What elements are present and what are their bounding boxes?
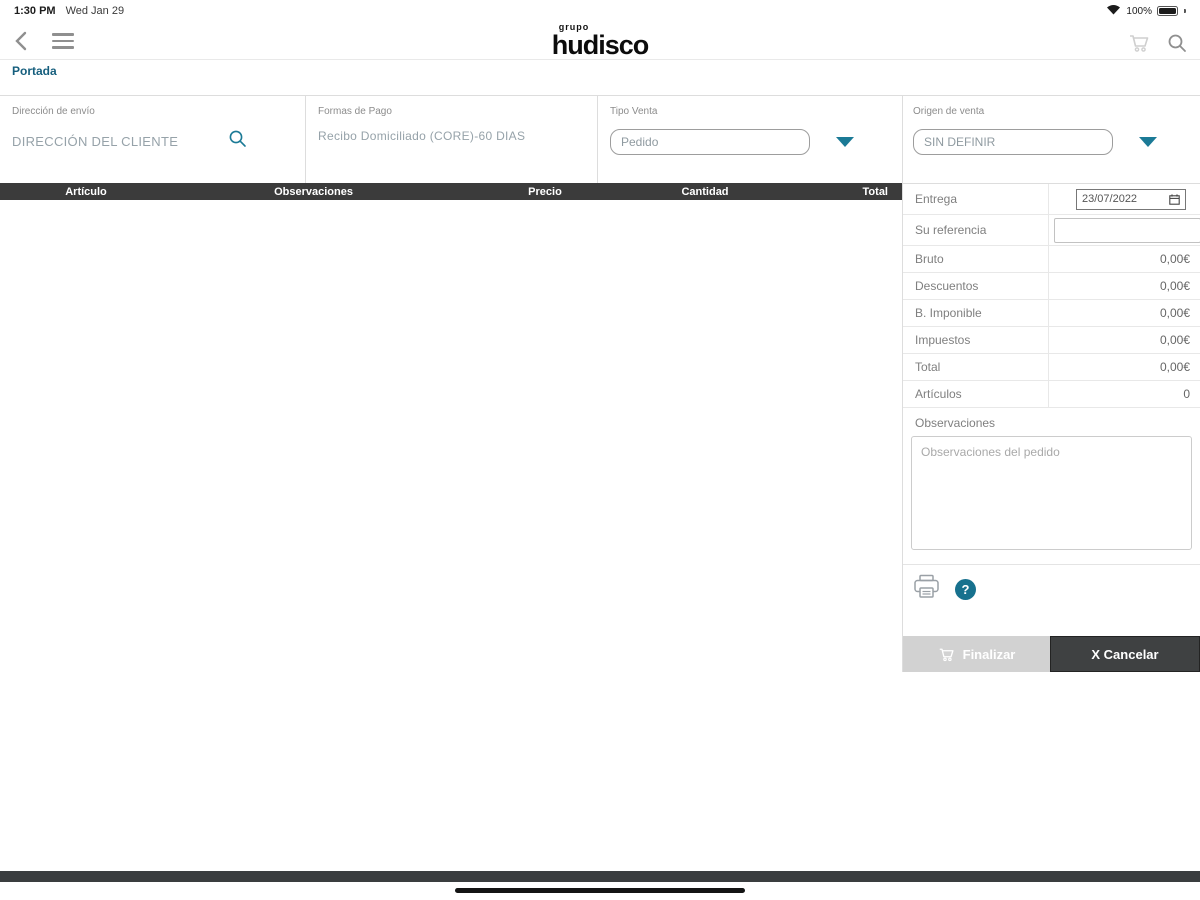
total-label: Total [903,354,1049,380]
battery-icon [1157,6,1178,16]
finalize-button-label: Finalizar [962,646,1016,662]
delivery-date-value: 23/07/2022 [1082,193,1138,205]
sale-type-field: Tipo Venta [597,96,902,183]
summary-row-referencia: Su referencia [903,215,1200,246]
bruto-value: 0,00€ [1159,252,1190,266]
sale-origin-input[interactable] [913,129,1113,155]
sale-type-input[interactable] [610,129,810,155]
app-header: grupo hudisco [0,22,1200,60]
column-header-cantidad: Cantidad [681,185,729,198]
summary-row-articulos: Artículos 0 [903,381,1200,408]
summary-row-entrega: Entrega 23/07/2022 [903,184,1200,215]
total-value: 0,00€ [1159,360,1190,374]
shipping-address-value[interactable]: DIRECCIÓN DEL CLIENTE [12,134,178,149]
impuestos-label: Impuestos [903,327,1049,353]
breadcrumb[interactable]: Portada [12,64,57,78]
app-logo: grupo hudisco [0,23,1200,59]
column-header-precio: Precio [528,185,562,198]
summary-row-descuentos: Descuentos 0,00€ [903,273,1200,300]
bottom-bar [0,871,1200,882]
order-main-area: Dirección de envío DIRECCIÓN DEL CLIENTE… [0,95,902,870]
finalize-button[interactable]: Finalizar [903,636,1050,672]
descuentos-value: 0,00€ [1159,279,1190,293]
print-button[interactable] [913,574,940,604]
cancel-button[interactable]: X Cancelar [1050,636,1200,672]
address-search-icon[interactable] [228,129,247,153]
status-time: 1:30 PM [14,5,56,17]
items-table-body-empty [0,200,902,870]
bruto-label: Bruto [903,246,1049,272]
articulos-value: 0 [1183,387,1190,401]
summary-row-bruto: Bruto 0,00€ [903,246,1200,273]
articulos-label: Artículos [903,381,1049,407]
column-header-total: Total [862,185,888,198]
referencia-label: Su referencia [903,215,1049,245]
summary-row-total: Total 0,00€ [903,354,1200,381]
order-fields-row: Dirección de envío DIRECCIÓN DEL CLIENTE… [0,95,902,183]
column-header-articulo: Artículo [65,185,107,198]
column-header-observaciones: Observaciones [274,185,353,198]
cart-button[interactable] [1124,28,1154,58]
logo-hudisco-text: hudisco [551,30,650,60]
payment-method-value[interactable]: Recibo Domiciliado (CORE)-60 DIAS [318,129,585,143]
sale-origin-dropdown-icon[interactable] [1139,137,1157,147]
payment-method-field: Formas de Pago Recibo Domiciliado (CORE)… [305,96,597,183]
search-icon [1168,34,1186,52]
sale-origin-field: Origen de venta [903,96,1200,184]
question-mark-icon: ? [961,581,970,597]
home-indicator[interactable] [455,888,745,893]
imponible-label: B. Imponible [903,300,1049,326]
search-button[interactable] [1162,28,1192,58]
wifi-icon [1106,4,1121,18]
observations-label: Observaciones [915,416,996,430]
status-date: Wed Jan 29 [65,5,125,17]
shipping-address-field: Dirección de envío DIRECCIÓN DEL CLIENTE [0,96,305,183]
items-table-header: Artículo Observaciones Precio Cantidad T… [0,183,902,200]
payment-method-label: Formas de Pago [318,106,392,117]
finalize-cart-icon [939,648,954,661]
help-button[interactable]: ? [955,578,976,600]
shipping-address-label: Dirección de envío [12,106,95,117]
reference-input[interactable] [1054,217,1200,243]
status-bar: 1:30 PM Wed Jan 29 100% [0,0,1200,22]
summary-row-imponible: B. Imponible 0,00€ [903,300,1200,327]
cancel-button-label: X Cancelar [1091,646,1159,662]
delivery-date-input[interactable]: 23/07/2022 [1076,188,1186,210]
observations-textarea[interactable] [911,436,1192,550]
printer-icon [914,574,939,598]
entrega-label: Entrega [903,184,1049,214]
sale-type-dropdown-icon[interactable] [836,137,854,147]
sale-type-label: Tipo Venta [610,106,658,117]
cart-icon [1130,35,1149,52]
sale-origin-label: Origen de venta [913,106,985,117]
summary-row-impuestos: Impuestos 0,00€ [903,327,1200,354]
calendar-icon [1169,193,1180,205]
imponible-value: 0,00€ [1159,306,1190,320]
impuestos-value: 0,00€ [1159,333,1190,347]
descuentos-label: Descuentos [903,273,1049,299]
order-summary-panel: Origen de venta Entrega 23/07/2022 Su re… [902,95,1200,672]
battery-percent: 100% [1126,5,1152,17]
